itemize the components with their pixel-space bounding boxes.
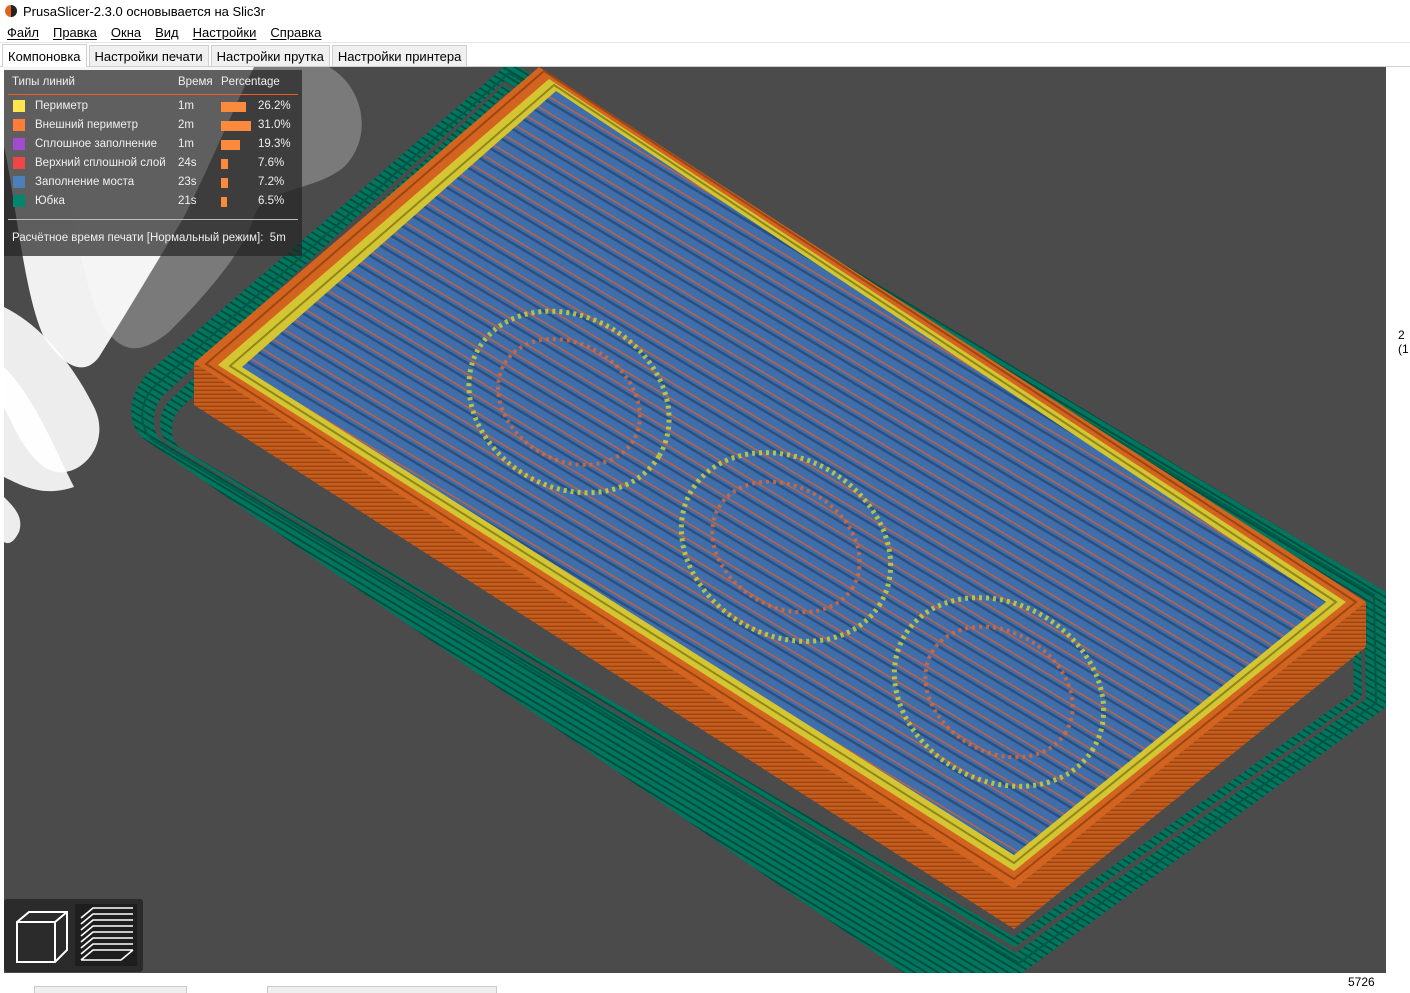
- legend-color-swatch: [13, 138, 25, 150]
- legend-row-percent: 7.2%: [258, 176, 285, 188]
- legend-percentage-bar: [221, 140, 240, 150]
- legend-color-swatch: [13, 157, 25, 169]
- prusaslicer-logo-icon: [5, 5, 17, 17]
- menu-windows[interactable]: Окна: [104, 25, 148, 40]
- legend-color-swatch: [13, 119, 25, 131]
- menu-settings[interactable]: Настройки: [186, 25, 264, 40]
- tab-filament-settings[interactable]: Настройки прутка: [210, 45, 330, 66]
- tab-print-settings[interactable]: Настройки печати: [88, 45, 209, 66]
- legend-row: Юбка 21s 6.5%: [4, 193, 302, 212]
- legend-panel: Типы линий Время Percentage Периметр 1m 26…: [4, 70, 302, 256]
- legend-percentage-bar: [221, 102, 246, 112]
- clipped-label-line1: 2: [1398, 328, 1405, 342]
- layers-preview-icon: [80, 907, 134, 961]
- legend-row-time: 1m: [178, 138, 194, 150]
- legend-row-time: 2m: [178, 119, 194, 131]
- legend-row-time: 24s: [178, 157, 197, 169]
- legend-header-percentage: Percentage: [221, 76, 280, 88]
- clipped-label-line2: (1: [1398, 342, 1409, 356]
- view-toggle-panel: [4, 899, 143, 972]
- legend-row-time: 1m: [178, 100, 194, 112]
- legend-row-percent: 19.3%: [258, 138, 291, 150]
- legend-header-type: Типы линий: [12, 76, 75, 88]
- bottom-area: 5726: [0, 973, 1410, 993]
- layers-preview-button[interactable]: [75, 904, 137, 966]
- legend-row-percent: 7.6%: [258, 157, 285, 169]
- bed-logo-shape: [4, 497, 21, 544]
- legend-row-label: Верхний сплошной слой: [35, 157, 166, 169]
- legend-row: Заполнение моста 23s 7.2%: [4, 174, 302, 193]
- 3d-view-button[interactable]: [9, 904, 71, 966]
- tab-plater[interactable]: Компоновка: [2, 44, 87, 67]
- legend-row-label: Заполнение моста: [35, 176, 135, 188]
- legend-percentage-bar: [221, 121, 251, 131]
- legend-percentage-bar: [221, 159, 228, 169]
- legend-row-label: Периметр: [35, 100, 89, 112]
- menu-file[interactable]: Файл: [0, 25, 46, 40]
- legend-header-divider: [8, 94, 298, 95]
- legend-row: Сплошное заполнение 1m 19.3%: [4, 136, 302, 155]
- print-time-estimate: Расчётное время печати [Нормальный режим…: [12, 232, 286, 244]
- legend-divider: [8, 219, 298, 220]
- legend-percentage-bar: [221, 197, 227, 207]
- legend-row-time: 23s: [178, 176, 197, 188]
- legend-row-time: 21s: [178, 195, 197, 207]
- legend-row: Внешний периметр 2m 31.0%: [4, 117, 302, 136]
- main-tabs: Компоновка Настройки печати Настройки пр…: [0, 43, 1410, 67]
- estimate-label: Расчётное время печати [Нормальный режим…: [12, 232, 264, 244]
- menu-help[interactable]: Справка: [263, 25, 328, 40]
- legend-row: Верхний сплошной слой 24s 7.6%: [4, 155, 302, 174]
- menu-bar: Файл Правка Окна Вид Настройки Справка: [0, 22, 1410, 43]
- title-bar: PrusaSlicer-2.3.0 основывается на Slic3r: [0, 0, 1410, 22]
- window-title: PrusaSlicer-2.3.0 основывается на Slic3r: [23, 3, 265, 19]
- horizontal-slider-value: 5726: [1348, 975, 1375, 989]
- tab-printer-settings[interactable]: Настройки принтера: [331, 45, 468, 66]
- legend-row-label: Внешний периметр: [35, 119, 139, 131]
- menu-edit[interactable]: Правка: [46, 25, 104, 40]
- menu-view[interactable]: Вид: [148, 25, 186, 40]
- legend-row-label: Юбка: [35, 195, 65, 207]
- legend-percentage-bar: [221, 178, 228, 188]
- legend-row-percent: 26.2%: [258, 100, 291, 112]
- legend-row: Периметр 1m 26.2%: [4, 98, 302, 117]
- legend-color-swatch: [13, 176, 25, 188]
- legend-color-swatch: [13, 195, 25, 207]
- estimate-value: 5m: [269, 232, 286, 244]
- legend-color-swatch: [13, 100, 25, 112]
- legend-header-time: Время: [178, 76, 213, 88]
- legend-row-percent: 31.0%: [258, 119, 291, 131]
- legend-row-percent: 6.5%: [258, 195, 285, 207]
- 3d-view-cube-icon: [16, 911, 68, 963]
- clipped-side-label: 2 (1: [1398, 328, 1409, 356]
- legend-header: Типы линий Время Percentage: [4, 76, 302, 94]
- legend-row-label: Сплошное заполнение: [35, 138, 157, 150]
